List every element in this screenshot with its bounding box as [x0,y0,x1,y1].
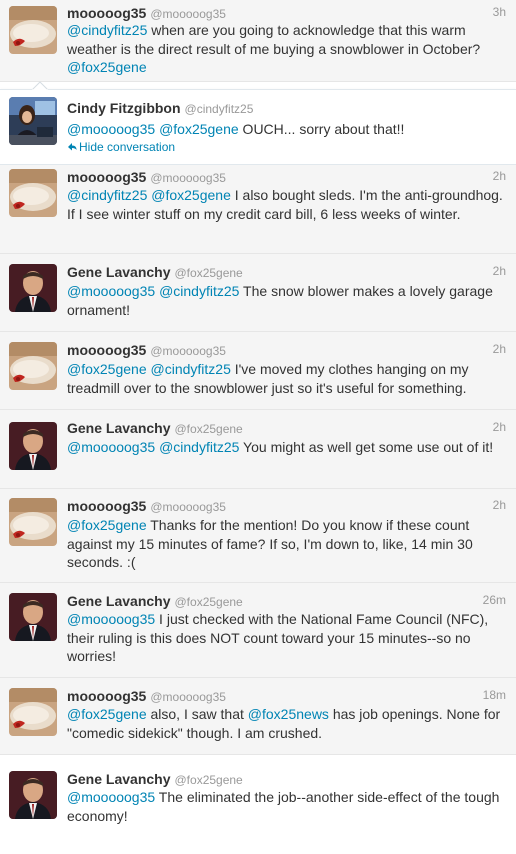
mention-link[interactable]: @cindyfitz25 [67,22,147,38]
author-handle[interactable]: @fox25gene [175,595,243,609]
author-handle[interactable]: @fox25gene [175,422,243,436]
author-name[interactable]: mooooog35 [67,342,146,358]
tweet-text: @mooooog35 @cindyfitz25 You might as wel… [67,438,511,457]
tweet-text: @fox25gene Thanks for the mention! Do yo… [67,516,511,572]
tweet[interactable]: mooooog35 @mooooog35 2h @fox25gene @cindy… [0,332,516,410]
tweet[interactable]: mooooog35 @mooooog35 3h @cindyfitz25 when… [0,0,516,82]
author-name[interactable]: mooooog35 [67,5,146,21]
avatar[interactable] [9,771,57,819]
author-name[interactable]: Cindy Fitzgibbon [67,100,181,116]
tweet-text-segment: You might as well get some use out of it… [239,439,494,455]
tweet-text-segment: also, I saw that [146,706,248,722]
hide-conversation-link[interactable]: Hide conversation [67,140,175,154]
tweet-header: Gene Lavanchy @fox25gene [67,771,506,789]
tweet-header: mooooog35 @mooooog35 2h [67,169,506,187]
mention-link[interactable]: @mooooog35 [67,611,155,627]
avatar[interactable] [9,422,57,470]
author-handle[interactable]: @mooooog35 [150,344,226,358]
avatar[interactable] [9,593,57,641]
tweet[interactable]: Gene Lavanchy @fox25gene 26m @mooooog35 I… [0,583,516,678]
author-handle[interactable]: @mooooog35 [150,7,226,21]
tweet-text: @mooooog35 I just checked with the Natio… [67,610,511,666]
caret-up-icon [32,81,48,90]
author-name[interactable]: Gene Lavanchy [67,593,171,609]
tweet[interactable]: Gene Lavanchy @fox25gene 2h @mooooog35 @c… [0,410,516,489]
author-name[interactable]: mooooog35 [67,688,146,704]
mention-link[interactable]: @cindyfitz25 [159,439,239,455]
tweet-header: Cindy Fitzgibbon @cindyfitz25 [67,100,506,118]
avatar[interactable] [9,169,57,217]
tweet-timestamp[interactable]: 2h [493,264,506,278]
mention-link[interactable]: @cindyfitz25 [151,361,231,377]
mention-link[interactable]: @mooooog35 [67,121,155,137]
author-handle[interactable]: @mooooog35 [150,500,226,514]
tweet[interactable]: Gene Lavanchy @fox25gene 2h @mooooog35 @c… [0,254,516,332]
mention-link[interactable]: @cindyfitz25 [67,187,147,203]
mention-link[interactable]: @mooooog35 [67,439,155,455]
tweet-timestamp[interactable]: 3h [493,5,506,19]
mention-link[interactable]: @fox25gene [67,517,147,533]
tweet-header: mooooog35 @mooooog35 2h [67,498,506,516]
tweet-text: @fox25gene @cindyfitz25 I've moved my cl… [67,360,511,397]
conversation-feed: mooooog35 @mooooog35 3h @cindyfitz25 when… [0,0,516,854]
mention-link[interactable]: @fox25gene [67,59,147,75]
author-name[interactable]: Gene Lavanchy [67,771,171,787]
tweet-header: Gene Lavanchy @fox25gene 2h [67,264,506,282]
author-name[interactable]: Gene Lavanchy [67,420,171,436]
author-name[interactable]: Gene Lavanchy [67,264,171,280]
tweet-text-segment: OUCH... sorry about that!! [238,121,405,137]
mention-link[interactable]: @mooooog35 [67,789,155,805]
author-handle[interactable]: @fox25gene [175,266,243,280]
mention-link[interactable]: @fox25gene [151,187,231,203]
author-handle[interactable]: @mooooog35 [150,171,226,185]
tweet-header: mooooog35 @mooooog35 18m [67,688,506,706]
collapse-arrow-icon [67,140,79,154]
tweet-timestamp[interactable]: 26m [483,593,506,607]
avatar[interactable] [9,688,57,736]
author-handle[interactable]: @mooooog35 [150,690,226,704]
avatar[interactable] [9,342,57,390]
mention-link[interactable]: @fox25news [248,706,329,722]
tweet-text: @cindyfitz25 @fox25gene I also bought sl… [67,186,511,223]
tweet-text: @mooooog35 @fox25gene OUCH... sorry abou… [67,120,511,139]
tweet-header: mooooog35 @mooooog35 2h [67,342,506,360]
author-handle[interactable]: @fox25gene [175,773,243,787]
tweet-timestamp[interactable]: 2h [493,498,506,512]
author-name[interactable]: mooooog35 [67,498,146,514]
tweet-timestamp[interactable]: 2h [493,169,506,183]
hide-conversation-label[interactable]: Hide conversation [79,140,175,154]
tweet-text: @mooooog35 @cindyfitz25 The snow blower … [67,282,511,319]
tweet[interactable]: mooooog35 @mooooog35 18m @fox25gene also,… [0,678,516,755]
tweet-text: @mooooog35 The eliminated the job--anoth… [67,788,511,825]
tweet[interactable]: mooooog35 @mooooog35 2h @fox25gene Thanks… [0,489,516,583]
author-handle[interactable]: @cindyfitz25 [185,102,254,116]
tweet-text: @fox25gene also, I saw that @fox25news h… [67,705,511,742]
tweet[interactable]: mooooog35 @mooooog35 2h @cindyfitz25 @fox… [0,165,516,254]
tweet-header: Gene Lavanchy @fox25gene 2h [67,420,506,438]
avatar[interactable] [9,498,57,546]
tweet-timestamp[interactable]: 2h [493,420,506,434]
tweet[interactable]: Gene Lavanchy @fox25gene @mooooog35 The e… [0,761,516,854]
mention-link[interactable]: @cindyfitz25 [159,283,239,299]
mention-link[interactable]: @fox25gene [67,361,147,377]
avatar[interactable] [9,264,57,312]
tweet-expanded[interactable]: Cindy Fitzgibbon @cindyfitz25 @mooooog35 … [0,89,516,165]
avatar[interactable] [9,97,57,145]
avatar[interactable] [9,6,57,54]
tweet-timestamp[interactable]: 2h [493,342,506,356]
mention-link[interactable]: @fox25gene [67,706,147,722]
mention-link[interactable]: @fox25gene [159,121,239,137]
mention-link[interactable]: @mooooog35 [67,283,155,299]
author-name[interactable]: mooooog35 [67,169,146,185]
tweet-timestamp[interactable]: 18m [483,688,506,702]
tweet-header: Gene Lavanchy @fox25gene 26m [67,593,506,611]
tweet-text: @cindyfitz25 when are you going to ackno… [67,21,511,77]
